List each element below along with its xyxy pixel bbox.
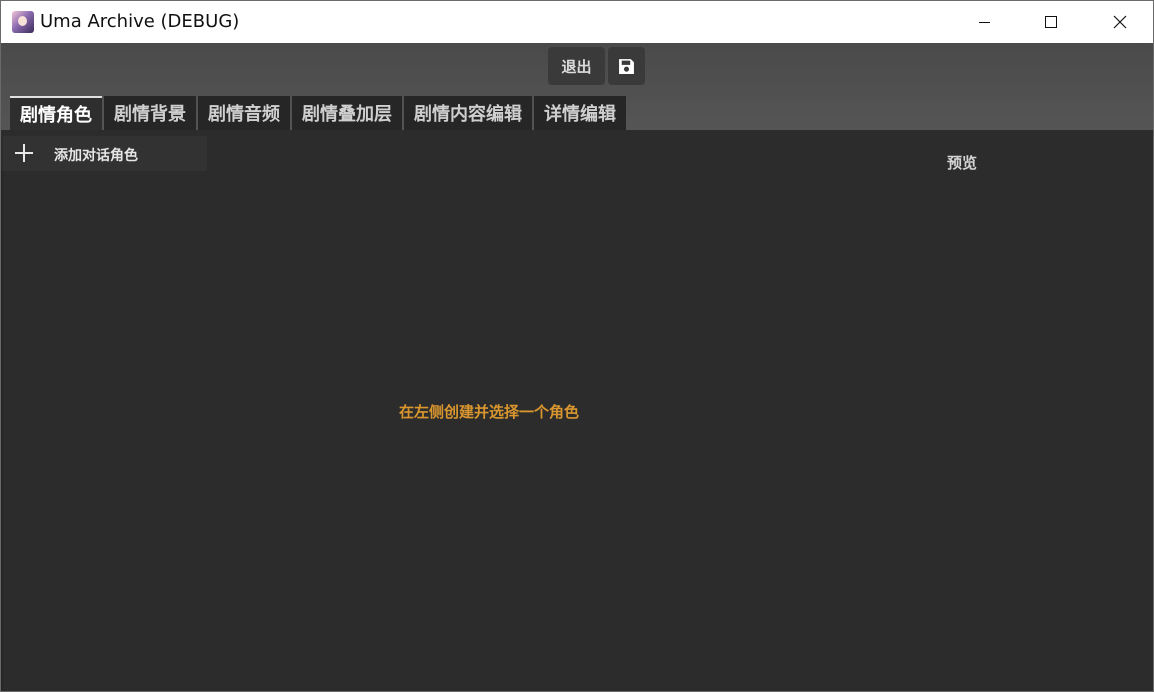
minimize-icon [978,21,990,23]
tab-story-audio[interactable]: 剧情音频 [198,96,290,130]
main-content: 添加对话角色 预览 在左侧创建并选择一个角色 [1,130,1153,691]
save-icon [619,58,634,74]
plus-icon [15,144,33,162]
tab-story-background[interactable]: 剧情背景 [104,96,196,130]
add-character-label: 添加对话角色 [54,148,138,164]
close-icon [1113,15,1127,29]
maximize-icon [1045,16,1057,28]
sidebar-edge [1,171,3,691]
header-bar: 退出 剧情角色 剧情背景 剧情音频 剧情叠加层 剧情内容编辑 详情编辑 [1,43,1153,130]
empty-state-hint: 在左侧创建并选择一个角色 [399,403,580,421]
close-button[interactable] [1097,1,1143,43]
tab-story-content-edit[interactable]: 剧情内容编辑 [404,96,532,130]
window-title: Uma Archive (DEBUG) [40,11,240,32]
minimize-button[interactable] [961,1,1007,43]
save-button[interactable] [608,47,645,85]
app-icon [12,11,34,33]
app-window: Uma Archive (DEBUG) 退出 剧情角色 剧情背景 剧情音频 剧情… [0,0,1154,692]
tab-story-characters[interactable]: 剧情角色 [10,96,102,130]
title-bar: Uma Archive (DEBUG) [1,1,1153,43]
tab-detail-edit[interactable]: 详情编辑 [534,96,626,130]
tab-story-overlay[interactable]: 剧情叠加层 [292,96,402,130]
tab-bar: 剧情角色 剧情背景 剧情音频 剧情叠加层 剧情内容编辑 详情编辑 [10,96,628,130]
preview-title: 预览 [947,154,978,172]
add-character-button[interactable]: 添加对话角色 [3,136,207,171]
maximize-button[interactable] [1028,1,1074,43]
exit-button[interactable]: 退出 [548,47,605,85]
